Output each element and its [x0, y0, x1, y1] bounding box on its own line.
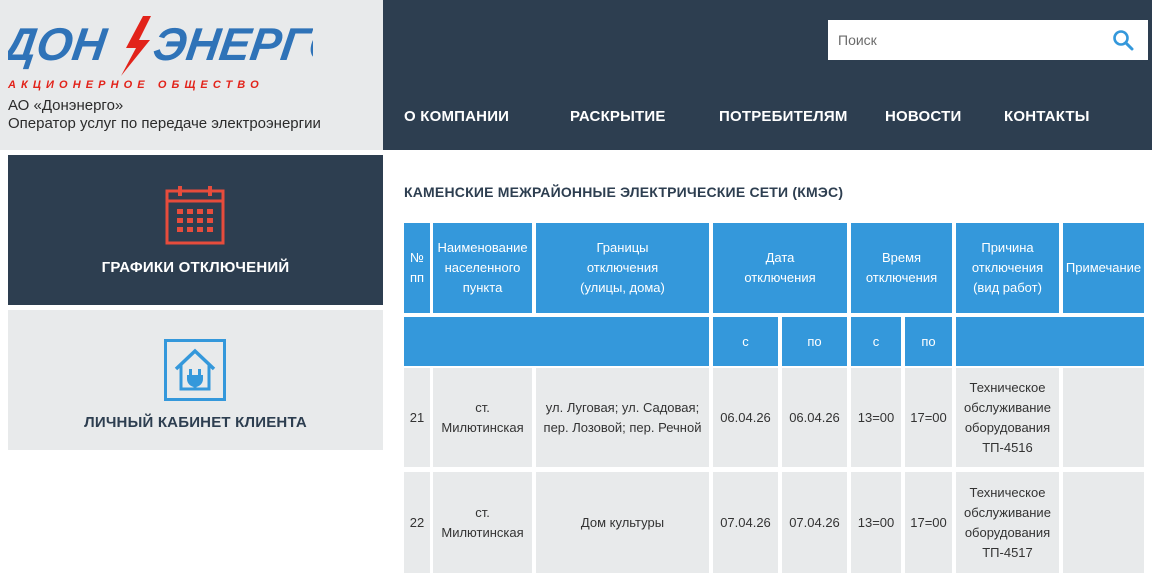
table-cell-locality: ст. Милютинская	[433, 368, 532, 467]
table-cell-locality: ст. Милютинская	[433, 472, 532, 573]
table-cell-time-to: 17=00	[905, 368, 952, 467]
header-reason: Причина отключения (вид работ)	[956, 223, 1059, 313]
search-box	[828, 20, 1148, 60]
nav-item-about[interactable]: О КОМПАНИИ	[404, 108, 509, 125]
table-cell-num: 21	[404, 368, 430, 467]
table-cell-note	[1063, 368, 1144, 467]
table-cell-time-to: 17=00	[905, 472, 952, 573]
nav-item-news[interactable]: НОВОСТИ	[885, 108, 961, 125]
table-cell-time-from: 13=00	[851, 368, 901, 467]
outage-schedules-panel[interactable]: ГРАФИКИ ОТКЛЮЧЕНИЙ	[8, 155, 383, 305]
subheader-spacer-right	[956, 317, 1144, 366]
top-navigation-bar: О КОМПАНИИ РАСКРЫТИЕ ПОТРЕБИТЕЛЯМ НОВОСТ…	[383, 0, 1152, 150]
table-cell-note	[1063, 472, 1144, 573]
table-cell-reason: Техническое обслуживание оборудования ТП…	[956, 368, 1059, 467]
table-cell-date-from: 06.04.26	[713, 368, 778, 467]
lightning-bolt-icon	[121, 16, 151, 76]
table-cell-date-from: 07.04.26	[713, 472, 778, 573]
header-locality: Наименование населенного пункта	[433, 223, 532, 313]
search-icon[interactable]	[1112, 29, 1134, 51]
table-cell-reason: Техническое обслуживание оборудования ТП…	[956, 472, 1059, 573]
logo-wordmark: ДОН ЭНЕРГО	[8, 16, 313, 76]
subheader-spacer	[404, 317, 709, 366]
house-plug-icon	[164, 339, 226, 401]
nav-item-contacts[interactable]: КОНТАКТЫ	[1004, 108, 1090, 125]
outage-schedules-label: ГРАФИКИ ОТКЛЮЧЕНИЙ	[101, 259, 290, 276]
logo-text-don: ДОН	[8, 18, 111, 70]
page-title: КАМЕНСКИЕ МЕЖРАЙОННЫЕ ЭЛЕКТРИЧЕСКИЕ СЕТИ…	[404, 184, 844, 200]
table-cell-bounds: ул. Луговая; ул. Садовая; пер. Лозовой; …	[536, 368, 709, 467]
header-note: Примечание	[1063, 223, 1144, 313]
header-num: № пп	[404, 223, 430, 313]
logo-block[interactable]: ДОН ЭНЕРГО АКЦИОНЕРНОЕ ОБЩЕСТВО АО «Донэ…	[0, 0, 383, 150]
table-cell-bounds: Дом культуры	[536, 472, 709, 573]
subheader-date-to: по	[782, 317, 847, 366]
table-cell-num: 22	[404, 472, 430, 573]
client-account-panel[interactable]: ЛИЧНЫЙ КАБИНЕТ КЛИЕНТА	[8, 310, 383, 450]
logo-text-energo: ЭНЕРГО	[150, 18, 313, 70]
client-account-label: ЛИЧНЫЙ КАБИНЕТ КЛИЕНТА	[84, 414, 307, 431]
table-cell-time-from: 13=00	[851, 472, 901, 573]
table-cell-date-to: 06.04.26	[782, 368, 847, 467]
header-date: Дата отключения	[713, 223, 847, 313]
nav-item-disclosure[interactable]: РАСКРЫТИЕ	[570, 108, 666, 125]
logo-subtitle: АКЦИОНЕРНОЕ ОБЩЕСТВО	[8, 79, 264, 91]
subheader-time-to: по	[905, 317, 952, 366]
subheader-time-from: с	[851, 317, 901, 366]
header-bounds: Границы отключения (улицы, дома)	[536, 223, 709, 313]
header-time: Время отключения	[851, 223, 952, 313]
calendar-icon	[165, 186, 225, 245]
main-nav: О КОМПАНИИ РАСКРЫТИЕ ПОТРЕБИТЕЛЯМ НОВОСТ…	[383, 108, 1152, 132]
table-cell-date-to: 07.04.26	[782, 472, 847, 573]
org-name: АО «Донэнерго»	[8, 97, 124, 114]
subheader-date-from: с	[713, 317, 778, 366]
org-description: Оператор услуг по передаче электроэнерги…	[8, 115, 321, 132]
nav-item-consumers[interactable]: ПОТРЕБИТЕЛЯМ	[719, 108, 848, 125]
search-input[interactable]	[828, 20, 1108, 60]
